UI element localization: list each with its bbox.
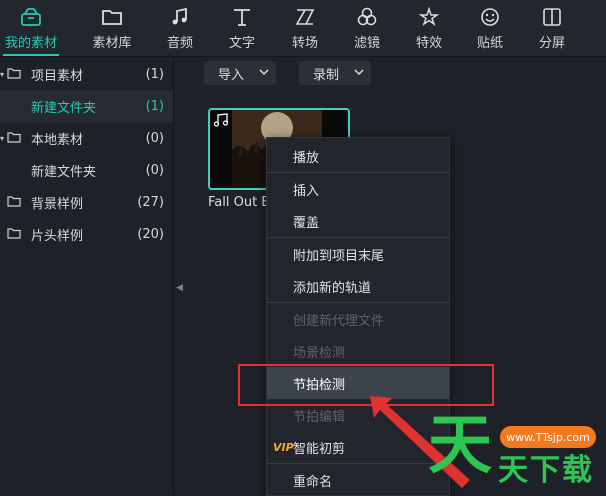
import-label: 导入 xyxy=(218,67,245,83)
tab-library[interactable]: 素材库 xyxy=(82,0,142,56)
tab-label: 音频 xyxy=(166,36,193,51)
tree-item-new-folder-2[interactable]: 新建文件夹 (0) xyxy=(0,154,173,186)
tree-item-new-folder-1[interactable]: 新建文件夹 (1) xyxy=(0,90,173,122)
media-box-icon xyxy=(19,6,43,28)
tree-item-count: (0) xyxy=(145,162,164,178)
tab-label: 贴纸 xyxy=(476,36,503,51)
menu-item-play[interactable]: 播放 xyxy=(267,140,449,172)
watermark-url: www.TTsjp.com xyxy=(500,426,596,448)
menu-item-label: 重命名 xyxy=(293,474,333,490)
menu-item-label: 附加到项目末尾 xyxy=(293,248,385,264)
tab-transition[interactable]: 转场 xyxy=(275,0,335,56)
tree-item-count: (20) xyxy=(137,226,164,242)
menu-item-append-to-end[interactable]: 附加到项目末尾 xyxy=(267,238,449,270)
tab-label: 素材库 xyxy=(92,36,132,51)
filter-icon xyxy=(355,6,379,28)
tree-item-intro-samples[interactable]: 片头样例 (20) xyxy=(0,218,173,250)
expand-caret-icon[interactable]: ▾ xyxy=(0,134,4,143)
tree-item-count: (1) xyxy=(145,66,164,82)
media-clip-label: Fall Out B xyxy=(208,195,271,210)
menu-item-label: 节拍编辑 xyxy=(293,409,346,425)
annotation-highlight-box xyxy=(238,364,494,406)
menu-item-label: 场景检测 xyxy=(293,345,346,361)
collapse-left-icon[interactable]: ◀ xyxy=(176,283,184,295)
import-dropdown-button[interactable]: 导入 xyxy=(204,61,276,85)
folder-icon xyxy=(100,6,124,28)
menu-item-label: 创建新代理文件 xyxy=(293,313,385,329)
chevron-down-icon xyxy=(259,69,269,76)
watermark-logo: 天 xyxy=(428,409,492,483)
tree-item-local-media[interactable]: ▾ 本地素材 (0) xyxy=(0,122,173,154)
tab-label: 滤镜 xyxy=(353,36,380,51)
folder-icon xyxy=(7,132,21,143)
music-note-icon xyxy=(168,6,192,28)
menu-item-overwrite[interactable]: 覆盖 xyxy=(267,205,449,237)
expand-caret-icon[interactable]: ▾ xyxy=(0,70,4,79)
menu-item-add-new-track[interactable]: 添加新的轨道 xyxy=(267,270,449,302)
tree-item-project-media[interactable]: ▾ 项目素材 (1) xyxy=(0,58,173,90)
tree-item-label: 背景样例 xyxy=(31,196,84,212)
category-tabbar: 我的素材 素材库 音频 文字 转场 滤镜 特效 贴纸 分屏 xyxy=(0,0,606,57)
watermark-text: 天下载 xyxy=(498,453,594,488)
record-dropdown-button[interactable]: 录制 xyxy=(299,61,371,85)
tab-split-screen[interactable]: 分屏 xyxy=(522,0,582,56)
media-sidebar: ▾ 项目素材 (1) 新建文件夹 (1) ▾ 本地素材 (0) 新建文件夹 (0… xyxy=(0,57,173,494)
folder-icon xyxy=(7,196,21,207)
folder-icon xyxy=(7,68,21,79)
tab-audio[interactable]: 音频 xyxy=(150,0,210,56)
tree-item-label: 新建文件夹 xyxy=(31,164,97,180)
tab-my-media[interactable]: 我的素材 xyxy=(1,0,61,56)
menu-item-rename[interactable]: 重命名 xyxy=(267,464,449,496)
tree-item-label: 本地素材 xyxy=(31,132,84,148)
panel-divider[interactable] xyxy=(173,57,174,494)
menu-item-label: 插入 xyxy=(293,183,320,199)
tree-item-label: 项目素材 xyxy=(31,68,84,84)
effects-icon xyxy=(417,6,441,28)
vip-badge: VIP xyxy=(273,440,294,454)
text-icon xyxy=(230,6,254,28)
menu-item-insert[interactable]: 插入 xyxy=(267,173,449,205)
tab-label: 转场 xyxy=(291,36,318,51)
tree-item-count: (0) xyxy=(145,130,164,146)
menu-item-label: 智能初剪 xyxy=(293,441,346,457)
menu-item-scene-detection: 场景检测 xyxy=(267,335,449,367)
tab-sticker[interactable]: 贴纸 xyxy=(460,0,520,56)
tab-label: 分屏 xyxy=(538,36,565,51)
tab-label: 我的素材 xyxy=(4,36,57,51)
tab-label: 特效 xyxy=(415,36,442,51)
sticker-icon xyxy=(478,6,502,28)
tab-filter[interactable]: 滤镜 xyxy=(337,0,397,56)
menu-item-label: 播放 xyxy=(293,150,320,166)
tree-item-count: (27) xyxy=(137,194,164,210)
tree-item-background-samples[interactable]: 背景样例 (27) xyxy=(0,186,173,218)
menu-item-label: 覆盖 xyxy=(293,215,320,231)
menu-item-create-proxy: 创建新代理文件 xyxy=(267,303,449,335)
transition-icon xyxy=(293,6,317,28)
chevron-down-icon xyxy=(354,69,364,76)
active-tab-indicator xyxy=(3,54,59,56)
menu-item-label: 添加新的轨道 xyxy=(293,280,372,296)
split-screen-icon xyxy=(540,6,564,28)
context-menu: 播放 插入 覆盖 附加到项目末尾 添加新的轨道 创建新代理文件 场景检测 节拍检… xyxy=(266,137,450,496)
tree-item-label: 新建文件夹 xyxy=(31,100,97,116)
record-label: 录制 xyxy=(313,67,340,83)
tab-text[interactable]: 文字 xyxy=(212,0,272,56)
tab-label: 文字 xyxy=(228,36,255,51)
folder-icon xyxy=(7,228,21,239)
audio-badge-icon xyxy=(213,113,229,127)
menu-item-smart-cut[interactable]: VIP 智能初剪 xyxy=(267,431,449,463)
tree-item-count: (1) xyxy=(145,98,164,114)
tab-effects[interactable]: 特效 xyxy=(399,0,459,56)
tree-item-label: 片头样例 xyxy=(31,228,84,244)
